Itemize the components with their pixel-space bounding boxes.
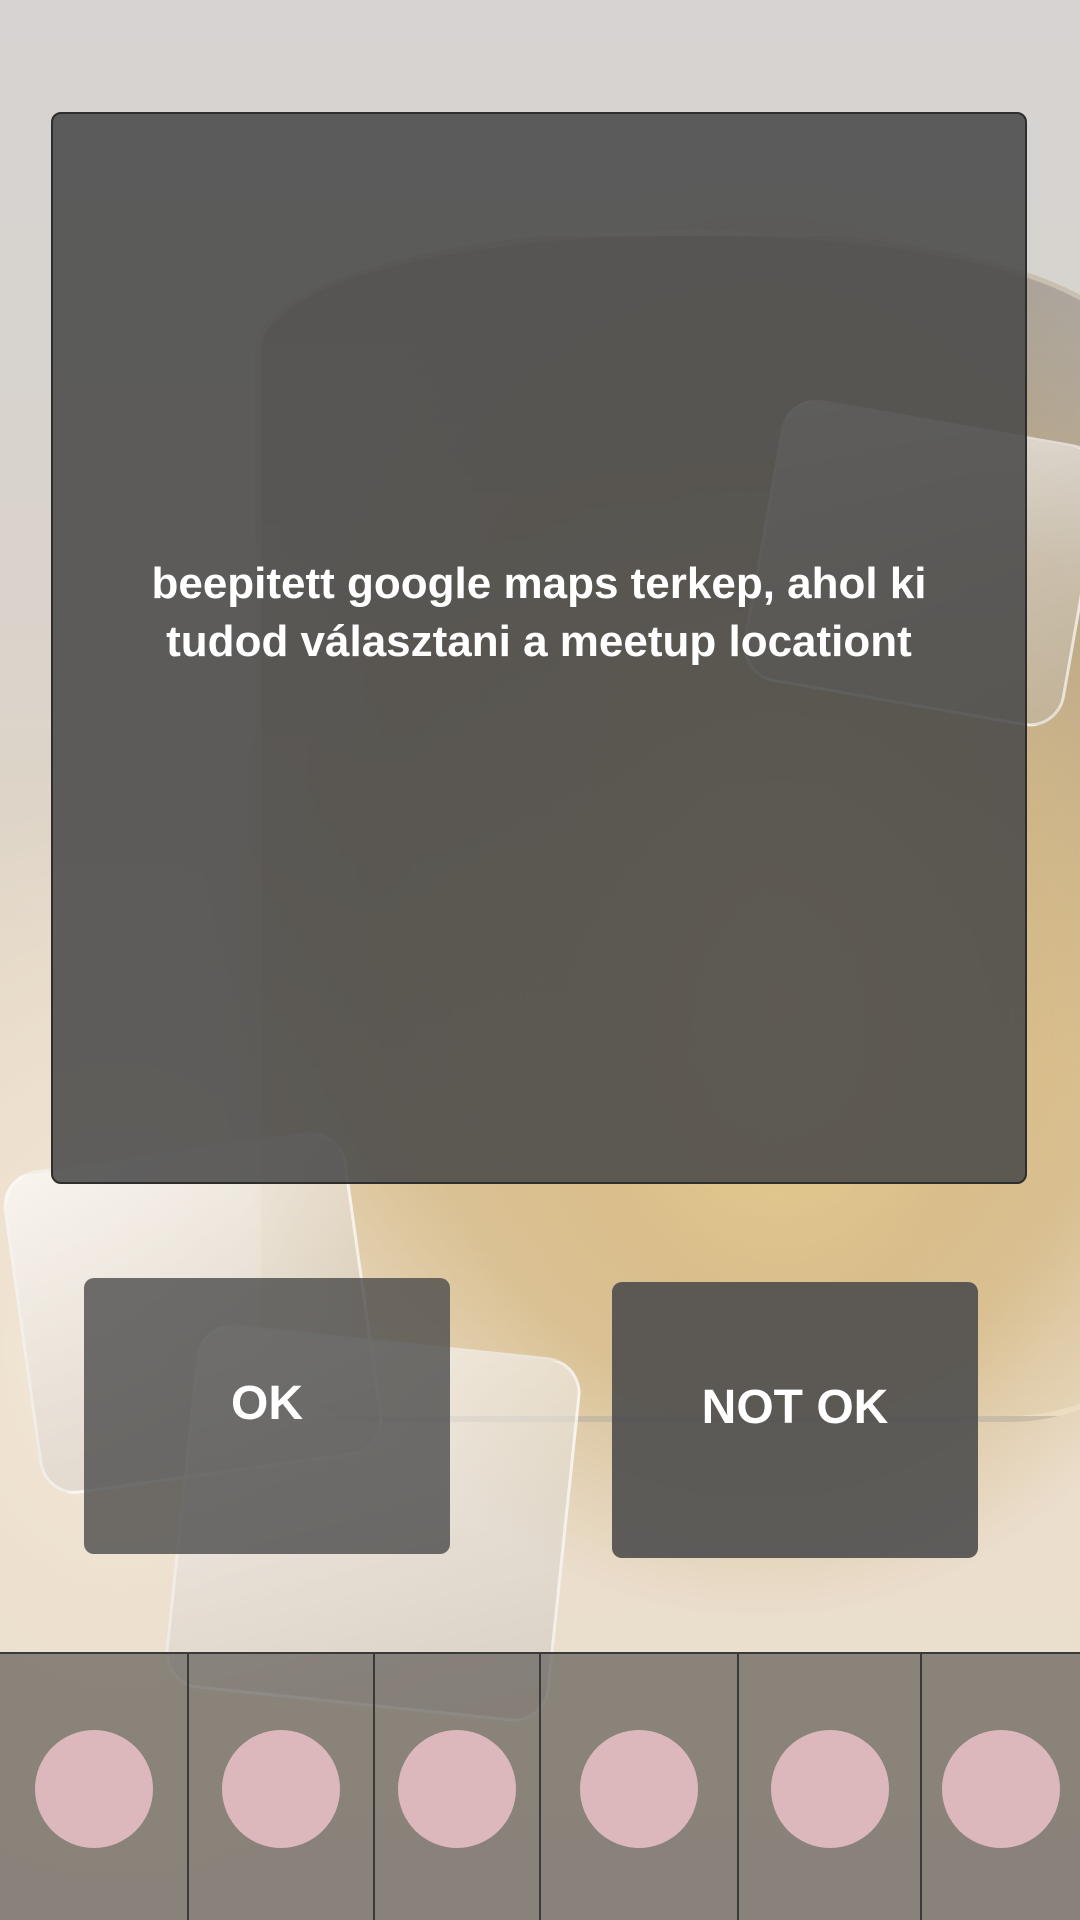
tab-1[interactable] bbox=[0, 1654, 189, 1920]
ok-button[interactable]: OK bbox=[84, 1278, 450, 1554]
tab-4[interactable] bbox=[541, 1654, 739, 1920]
message-line-1: beepitett google maps terkep, ahol ki bbox=[151, 559, 927, 608]
tab-1-circle-icon bbox=[34, 1730, 153, 1848]
tab-5-circle-icon bbox=[770, 1730, 889, 1848]
message-text: beepitett google maps terkep, ahol ki tu… bbox=[59, 555, 1019, 671]
message-card: beepitett google maps terkep, ahol ki tu… bbox=[51, 112, 1027, 1184]
not-ok-button[interactable]: NOT OK bbox=[612, 1282, 978, 1558]
bottom-tab-bar bbox=[0, 1652, 1080, 1920]
tab-3[interactable] bbox=[375, 1654, 541, 1920]
tab-4-circle-icon bbox=[580, 1730, 698, 1848]
tab-5[interactable] bbox=[739, 1654, 922, 1920]
message-line-2: tudod választani a meetup locationt bbox=[166, 617, 912, 666]
tab-6-circle-icon bbox=[942, 1730, 1060, 1848]
tab-2[interactable] bbox=[189, 1654, 375, 1920]
ok-button-label: OK bbox=[231, 1377, 303, 1430]
tab-2-circle-icon bbox=[222, 1730, 340, 1848]
tab-6[interactable] bbox=[922, 1654, 1080, 1920]
tab-3-circle-icon bbox=[398, 1730, 516, 1848]
not-ok-button-label: NOT OK bbox=[701, 1381, 889, 1434]
